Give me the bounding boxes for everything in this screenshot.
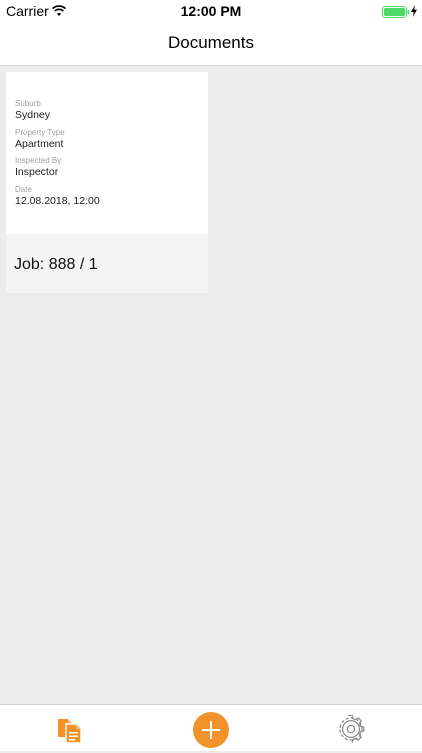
status-bar: Carrier 12:00 PM — [0, 0, 422, 22]
property-type-value: Apartment — [15, 138, 64, 150]
suburb-label: Suburb — [15, 99, 41, 108]
card-footer: Job: 888 / 1 — [6, 234, 208, 293]
page-title: Documents — [168, 33, 254, 52]
charging-bolt-icon — [410, 4, 418, 17]
suburb-value: Sydney — [15, 109, 51, 121]
status-time: 12:00 PM — [180, 3, 242, 19]
job-label: Job: 888 / 1 — [14, 256, 98, 273]
date-label: Date — [15, 185, 32, 194]
battery-icon — [382, 5, 410, 18]
property-type-label: Property Type — [15, 128, 65, 137]
date-value: 12.08.2018, 12:00 — [15, 195, 100, 207]
add-button[interactable] — [193, 712, 229, 748]
gear-icon[interactable] — [337, 714, 365, 743]
documents-icon[interactable] — [56, 716, 84, 744]
tab-bar — [0, 704, 422, 751]
card-details: Suburb Sydney Property Type Apartment In… — [6, 72, 208, 234]
document-card[interactable]: Suburb Sydney Property Type Apartment In… — [6, 72, 208, 293]
inspected-by-label: Inspected By — [15, 156, 62, 165]
plus-icon — [202, 721, 220, 739]
navigation-bar: Documents — [0, 22, 422, 66]
inspected-by-value: Inspector — [15, 166, 59, 178]
